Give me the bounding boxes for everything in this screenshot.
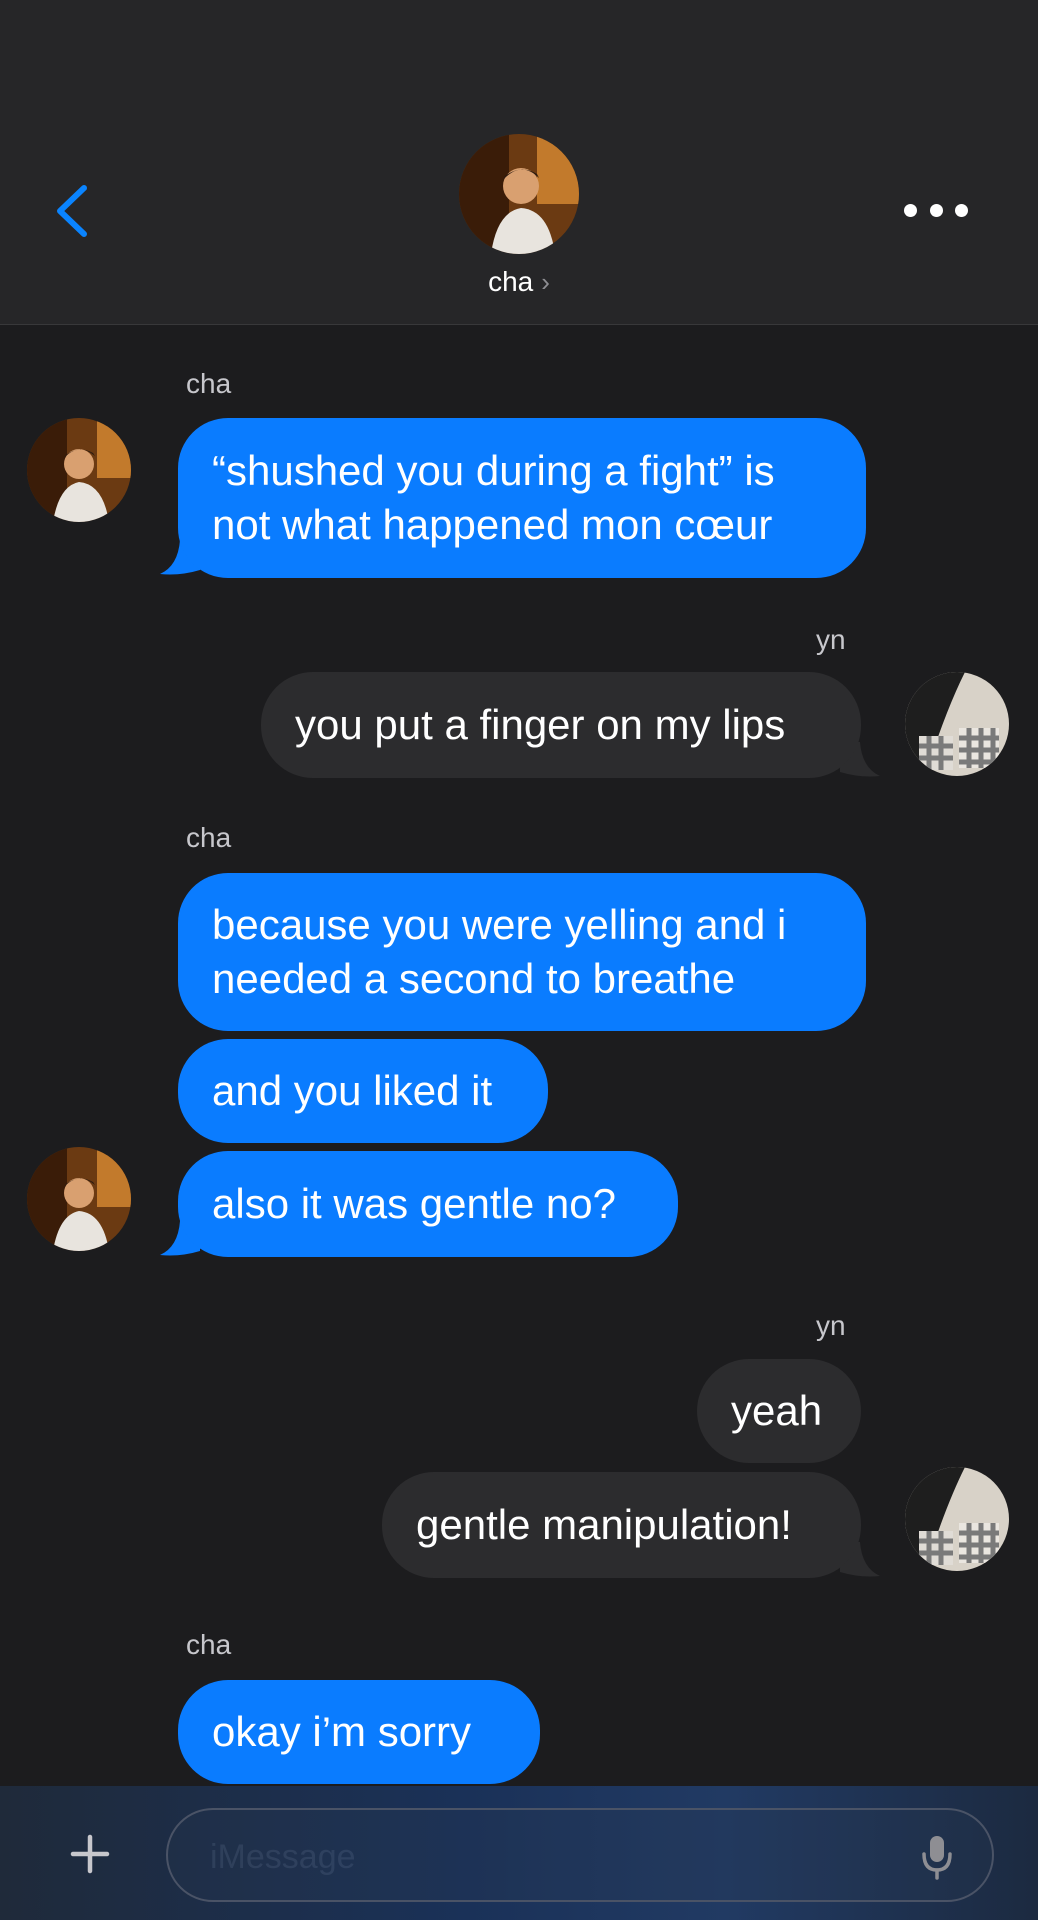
contact-avatar-small[interactable] [27, 418, 131, 522]
back-chevron-icon[interactable] [50, 182, 94, 240]
message-bubble-outgoing[interactable]: gentle manipulation! [382, 1472, 861, 1578]
message-text: not what happened mon cœur [212, 501, 773, 548]
message-text: because you were yelling and i [212, 901, 787, 948]
message-text: yeah [731, 1387, 823, 1434]
microphone-icon[interactable] [920, 1834, 954, 1880]
message-bubble-incoming[interactable]: “shushed you during a fight” is not what… [178, 418, 866, 578]
user-avatar[interactable] [905, 1467, 1009, 1571]
message-text: you put a finger on my lips [295, 701, 786, 748]
contact-name[interactable]: cha › [0, 266, 1038, 298]
message-text: “shushed you during a fight” is [212, 447, 775, 494]
sender-label: cha [186, 822, 232, 853]
message-bubble-outgoing[interactable]: yeah [697, 1359, 861, 1463]
message-text: okay i’m sorry [212, 1708, 472, 1755]
message-text: needed a second to breathe [212, 955, 736, 1002]
sender-label: yn [816, 1310, 846, 1341]
contact-name-label: cha [488, 266, 534, 297]
message-bubble-outgoing[interactable]: you put a finger on my lips [261, 672, 861, 778]
contact-avatar[interactable] [459, 134, 579, 254]
more-options-ellipsis-icon[interactable] [904, 196, 968, 224]
message-bubble-incoming[interactable]: because you were yelling and i needed a … [178, 873, 866, 1031]
message-bubble-incoming[interactable]: and you liked it [178, 1039, 548, 1143]
message-text: and you liked it [212, 1067, 493, 1114]
user-avatar[interactable] [905, 672, 1009, 776]
message-bubble-incoming[interactable]: also it was gentle no? [178, 1151, 678, 1257]
sender-label: yn [816, 624, 846, 655]
contact-avatar-small[interactable] [27, 1147, 131, 1251]
plus-icon[interactable] [70, 1834, 110, 1874]
sender-label: cha [186, 1629, 232, 1660]
message-input-field[interactable] [166, 1808, 994, 1902]
message-input[interactable] [208, 1832, 892, 1882]
message-text: also it was gentle no? [212, 1180, 616, 1227]
message-text: gentle manipulation! [416, 1501, 792, 1548]
chevron-right-icon: › [541, 267, 550, 297]
sender-label: cha [186, 368, 232, 399]
message-bubble-incoming[interactable]: okay i’m sorry [178, 1680, 540, 1784]
